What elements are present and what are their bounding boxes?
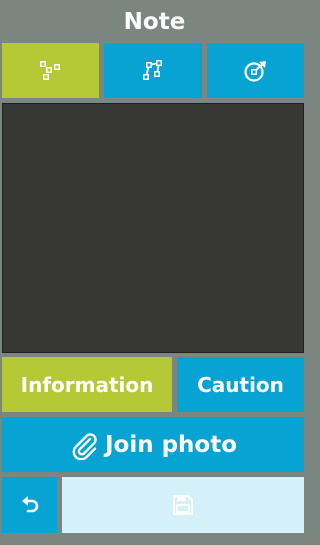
undo-icon	[18, 493, 42, 517]
point-markers-icon	[39, 60, 63, 82]
paperclip-icon	[69, 430, 99, 460]
mode-target-button[interactable]	[207, 43, 304, 98]
join-photo-button[interactable]: Join photo	[2, 417, 304, 472]
note-title: Note	[123, 9, 186, 35]
type-caution-button[interactable]: Caution	[177, 357, 304, 412]
type-information-button[interactable]: Information	[2, 357, 172, 412]
floppy-disk-icon	[172, 494, 194, 516]
mode-polyline-button[interactable]	[104, 43, 202, 98]
save-button[interactable]	[62, 477, 304, 533]
polyline-draw-icon	[141, 59, 165, 82]
join-photo-label: Join photo	[104, 431, 238, 458]
drawing-canvas[interactable]	[2, 103, 304, 353]
mode-points-button[interactable]	[2, 43, 99, 98]
target-arrow-icon	[243, 59, 269, 83]
undo-button[interactable]	[2, 477, 57, 533]
